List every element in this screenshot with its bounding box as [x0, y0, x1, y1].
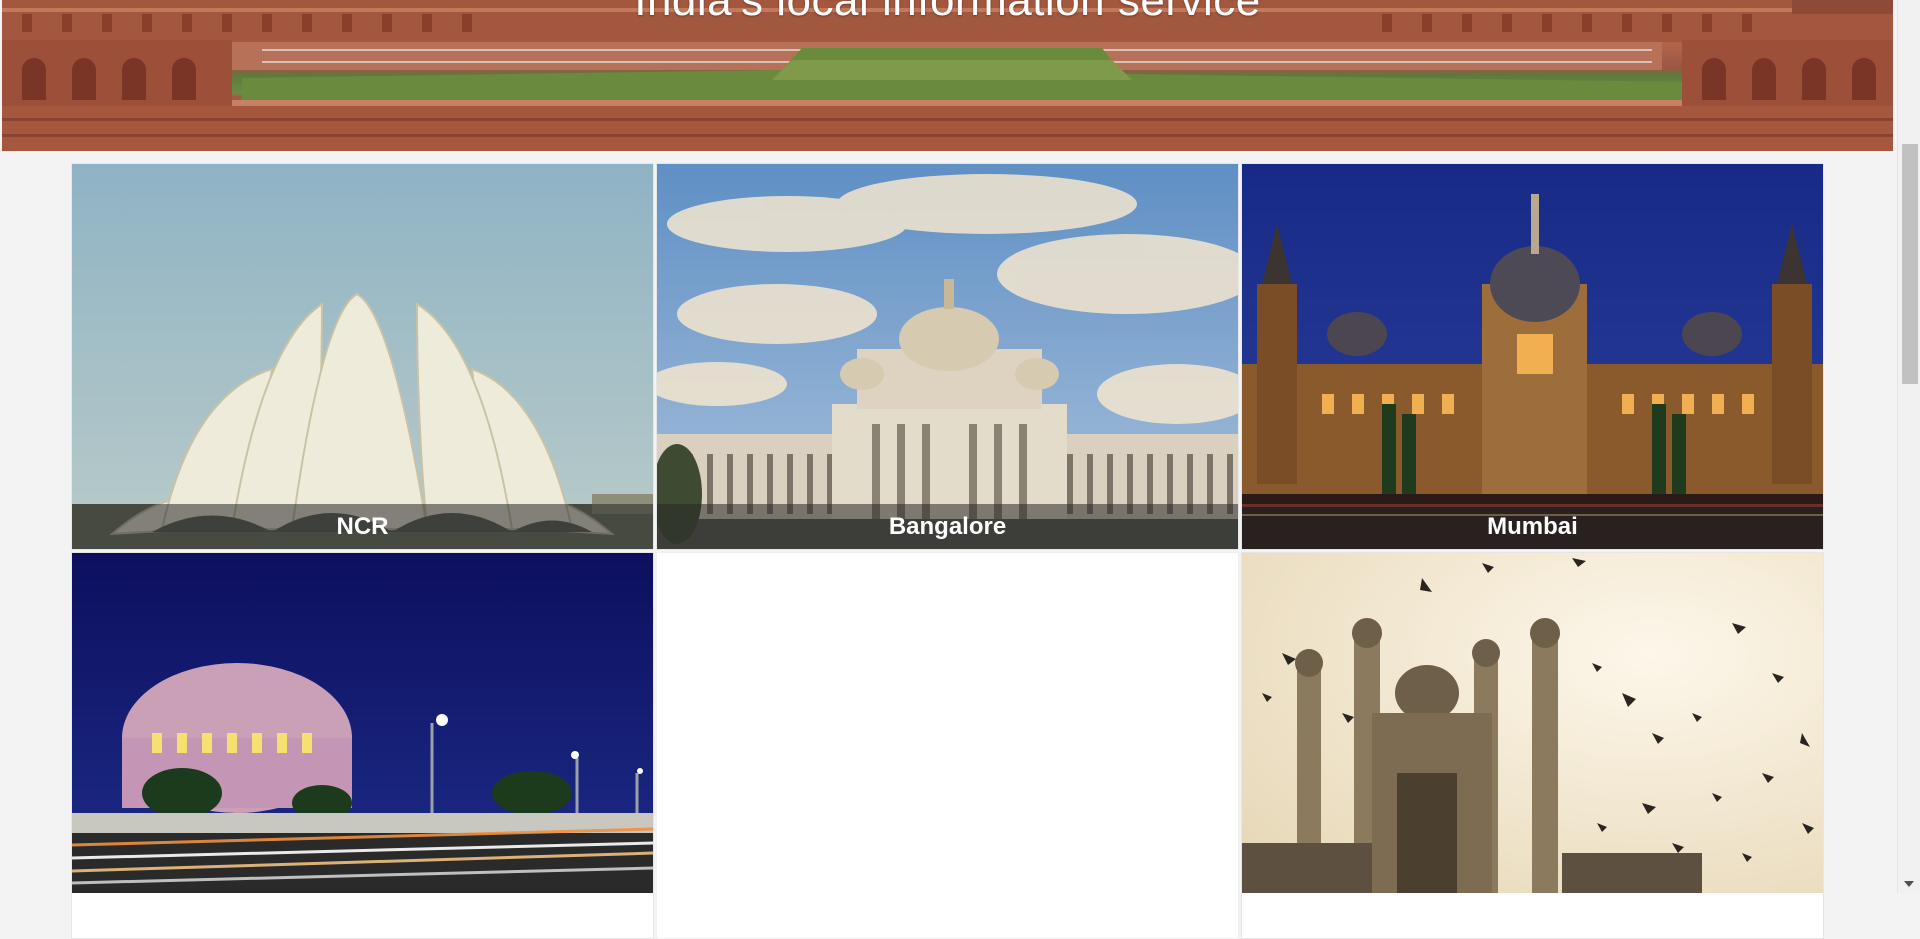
city-caption: Bangalore	[657, 504, 1238, 549]
vertical-scrollbar[interactable]	[1897, 0, 1920, 893]
scroll-down-arrow-icon[interactable]	[1904, 881, 1914, 887]
valluvar-kottam-image	[72, 553, 653, 893]
city-tile-mumbai[interactable]: Mumbai	[1241, 163, 1824, 550]
blank-tile	[657, 553, 1238, 938]
city-grid: NCR Bangalore Mumbai	[71, 163, 1825, 939]
scrollbar-thumb[interactable]	[1902, 144, 1918, 384]
city-caption: Mumbai	[1242, 504, 1823, 549]
vidhana-soudha-image	[657, 164, 1238, 549]
city-tile-4[interactable]	[71, 552, 654, 939]
city-tile-ncr[interactable]: NCR	[71, 163, 654, 550]
charminar-image	[1242, 553, 1823, 893]
city-tile-6[interactable]	[1241, 552, 1824, 939]
city-tile-bangalore[interactable]: Bangalore	[656, 163, 1239, 550]
cst-station-image	[1242, 164, 1823, 549]
hero-title: India's local information service	[634, 0, 1261, 25]
lotus-temple-image	[72, 164, 653, 549]
city-tile-5[interactable]	[656, 552, 1239, 939]
hero-banner: India's local information service	[2, 0, 1893, 151]
city-caption: NCR	[72, 504, 653, 549]
